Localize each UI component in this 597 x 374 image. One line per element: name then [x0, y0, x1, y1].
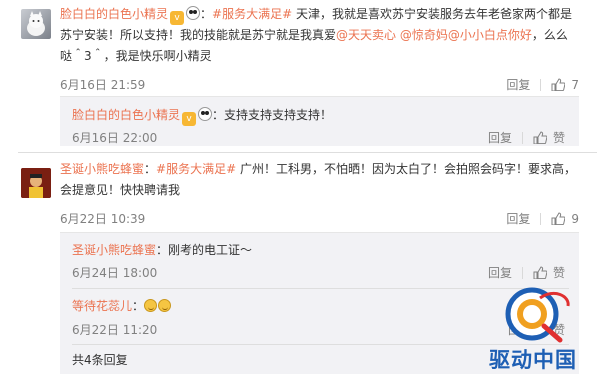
thumbs-up-icon — [551, 78, 566, 91]
reply-time: 6月24日 18:00 — [72, 266, 158, 280]
like-button[interactable]: 赞 — [533, 264, 565, 281]
reply-time: 6月22日 11:20 — [72, 323, 158, 337]
topic-tag[interactable]: #服务大满足# — [212, 7, 292, 21]
separator: ： — [144, 162, 157, 176]
comment-actions: 回复 9 — [506, 210, 579, 227]
separator: ： — [200, 7, 213, 21]
reply-username[interactable]: 圣诞小熊吃蜂蜜 — [72, 243, 156, 257]
comment-body: ，么么 — [531, 28, 568, 42]
reply-username[interactable]: 脸白白的白色小精灵 — [72, 108, 180, 122]
comment-body: 会提意见！快快聘请我 — [60, 183, 181, 197]
divider — [540, 212, 542, 225]
reply-text: 支持支持支持支持！ — [224, 108, 333, 122]
like-count: 7 — [571, 77, 579, 92]
divider — [540, 78, 542, 91]
vip-badge-icon: v — [170, 11, 185, 25]
reply-text: 刚考的电工证～ — [168, 243, 253, 257]
avatar[interactable] — [21, 168, 51, 198]
thumbs-up-icon — [551, 212, 566, 225]
comment-time: 6月16日 21:59 — [60, 78, 146, 92]
divider — [521, 131, 523, 144]
comment-username[interactable]: 圣诞小熊吃蜂蜜 — [60, 162, 144, 176]
watermark-logo: 驱动中国 — [470, 286, 594, 372]
reply-item: 圣诞小熊吃蜂蜜：刚考的电工证～ — [72, 241, 562, 258]
reply-button[interactable]: 回复 — [488, 129, 512, 146]
divider — [521, 266, 523, 279]
mention-link[interactable]: @小小白点你好 — [448, 28, 532, 42]
like-label: 赞 — [552, 131, 565, 145]
laugh-cry-emoji-icon — [144, 299, 158, 312]
more-replies-link[interactable]: 共4条回复 — [72, 351, 128, 368]
comment-actions: 回复 7 — [506, 76, 579, 93]
vip-badge-icon: v — [182, 112, 197, 126]
thumbs-up-icon — [533, 266, 547, 279]
qudong-logo-icon — [505, 287, 570, 343]
laugh-cry-emoji-icon — [158, 299, 172, 312]
comment-body: 哒＾3＾，我是快乐啊小精灵 — [60, 49, 212, 63]
topic-tag[interactable]: #服务大满足# — [156, 162, 236, 176]
comment-body: 天津，我就是喜欢苏宁安装服务去年老爸家两个都是 — [292, 7, 572, 21]
thumbs-up-icon — [533, 131, 547, 144]
like-button[interactable]: 赞 — [533, 129, 565, 146]
watermark-text: 驱动中国 — [489, 348, 577, 372]
like-button[interactable]: 7 — [551, 78, 579, 92]
comment-text: 脸白白的白色小精灵 v ：#服务大满足# 天津，我就是喜欢苏宁安装服务去年老爸家两个… — [60, 4, 578, 67]
panda-emoji-icon — [186, 6, 201, 20]
reply-actions: 回复 赞 — [488, 129, 565, 146]
comment-divider — [18, 152, 597, 153]
separator: ： — [156, 243, 169, 257]
like-button[interactable]: 9 — [551, 212, 579, 226]
reply-time: 6月16日 22:00 — [72, 131, 158, 145]
like-label: 赞 — [552, 266, 565, 280]
avatar[interactable] — [21, 9, 51, 39]
reply-button[interactable]: 回复 — [488, 264, 512, 281]
comment-text: 圣诞小熊吃蜂蜜：#服务大满足# 广州！工科男，不怕晒！因为太白了！会拍照会码字！… — [60, 159, 578, 201]
reply-item: 脸白白的白色小精灵 v ：支持支持支持支持！ — [72, 106, 562, 126]
reply-button[interactable]: 回复 — [506, 76, 530, 93]
separator: ： — [132, 299, 145, 313]
mention-link[interactable]: @天天卖心 — [336, 28, 396, 42]
comment-body: 苏宁安装！所以支持！我的技能就是苏宁就是我真爱 — [60, 28, 337, 42]
mention-link[interactable]: @惊奇妈 — [400, 28, 448, 42]
comment-username[interactable]: 脸白白的白色小精灵 — [60, 7, 168, 21]
like-count: 9 — [571, 211, 579, 226]
reply-actions: 回复 赞 — [488, 264, 565, 281]
separator: ： — [212, 108, 225, 122]
comment-time: 6月22日 10:39 — [60, 212, 146, 226]
comment-body: 广州！工科男，不怕晒！因为太白了！会拍照会码字！要求高， — [236, 162, 576, 176]
reply-list: 脸白白的白色小精灵 v ：支持支持支持支持！ 6月16日 22:00 回复 赞 — [60, 96, 579, 146]
panda-emoji-icon — [198, 107, 213, 121]
reply-username[interactable]: 等待花蕊儿 — [72, 299, 132, 313]
reply-button[interactable]: 回复 — [506, 210, 530, 227]
